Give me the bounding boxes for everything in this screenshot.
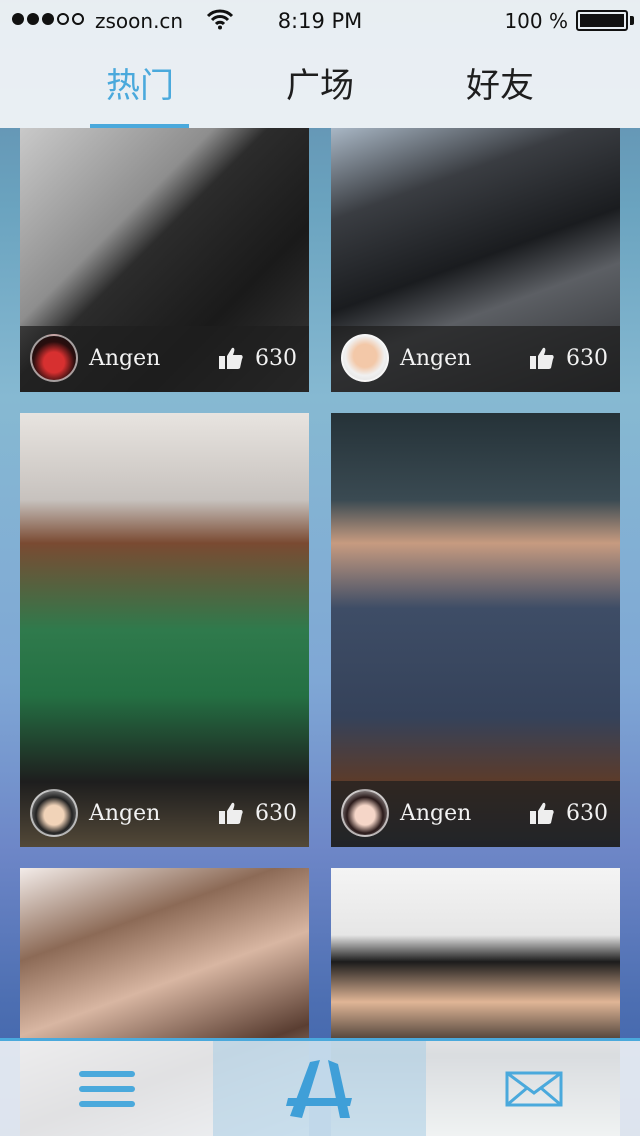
post-caption: Angen 630 — [331, 781, 620, 847]
battery-icon — [576, 10, 628, 31]
tab-square[interactable]: 广场 — [255, 58, 385, 128]
post-card[interactable]: Angen 630 — [331, 413, 620, 847]
tab-bar: 热门 广场 好友 — [0, 58, 640, 128]
status-bar: zsoon.cn 8:19 PM 100 % — [0, 0, 640, 40]
battery-nub — [630, 16, 634, 25]
post-caption: Angen 630 — [331, 326, 620, 392]
menu-icon — [78, 1070, 135, 1107]
username[interactable]: Angen — [400, 346, 471, 371]
avatar[interactable] — [30, 334, 78, 382]
app-store-icon — [285, 1059, 352, 1118]
menu-button[interactable] — [0, 1041, 213, 1136]
like-count: 630 — [255, 801, 297, 826]
thumbs-up-icon[interactable] — [529, 801, 555, 825]
photo-feed: Angen 630 Angen 630 Angen 630 Angen 630 — [0, 0, 640, 1136]
tab-hot[interactable]: 热门 — [75, 58, 205, 128]
post-caption: Angen 630 — [20, 326, 309, 392]
username[interactable]: Angen — [89, 346, 160, 371]
post-caption: Angen 630 — [20, 781, 309, 847]
avatar[interactable] — [341, 789, 389, 837]
app-store-button[interactable] — [213, 1041, 426, 1136]
like-count: 630 — [255, 346, 297, 371]
bottom-nav — [0, 1038, 640, 1136]
like-count: 630 — [566, 801, 608, 826]
post-card[interactable]: Angen 630 — [331, 128, 620, 392]
avatar[interactable] — [341, 334, 389, 382]
mail-icon — [505, 1071, 562, 1106]
tab-friends[interactable]: 好友 — [435, 58, 565, 128]
thumbs-up-icon[interactable] — [218, 346, 244, 370]
messages-button[interactable] — [427, 1041, 640, 1136]
like-count: 630 — [566, 346, 608, 371]
battery-percentage: 100 % — [504, 9, 568, 33]
thumbs-up-icon[interactable] — [529, 346, 555, 370]
username[interactable]: Angen — [400, 801, 471, 826]
post-card[interactable]: Angen 630 — [20, 128, 309, 392]
avatar[interactable] — [30, 789, 78, 837]
post-card[interactable]: Angen 630 — [20, 413, 309, 847]
thumbs-up-icon[interactable] — [218, 801, 244, 825]
active-tab-indicator — [90, 124, 189, 128]
username[interactable]: Angen — [89, 801, 160, 826]
